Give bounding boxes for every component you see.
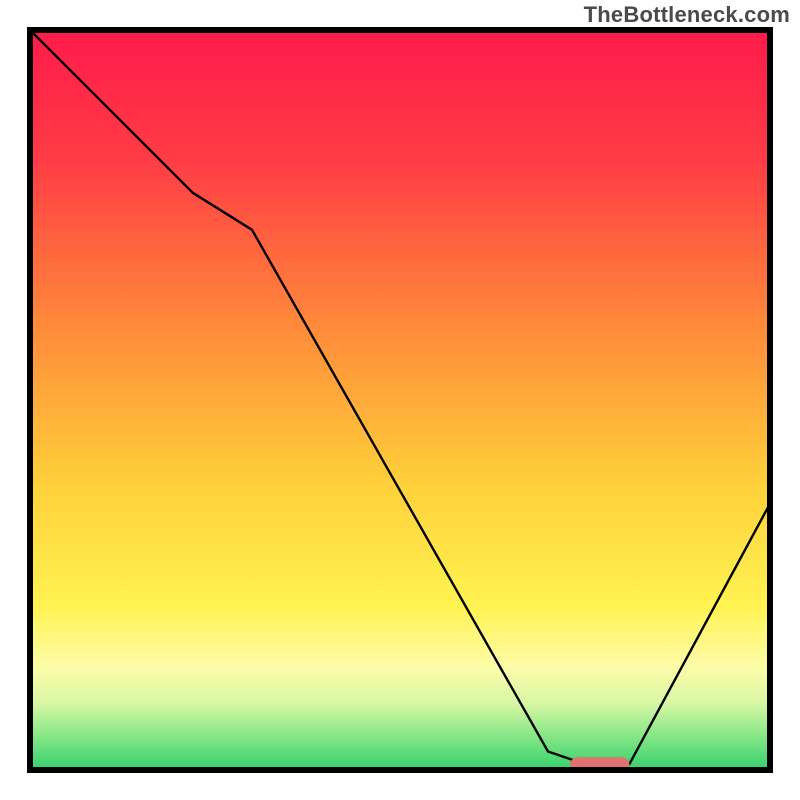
plot-inner	[30, 30, 770, 771]
bottleneck-chart	[0, 0, 800, 800]
chart-container: { "watermark": "TheBottleneck.com", "mar…	[0, 0, 800, 800]
watermark-text: TheBottleneck.com	[584, 2, 790, 28]
